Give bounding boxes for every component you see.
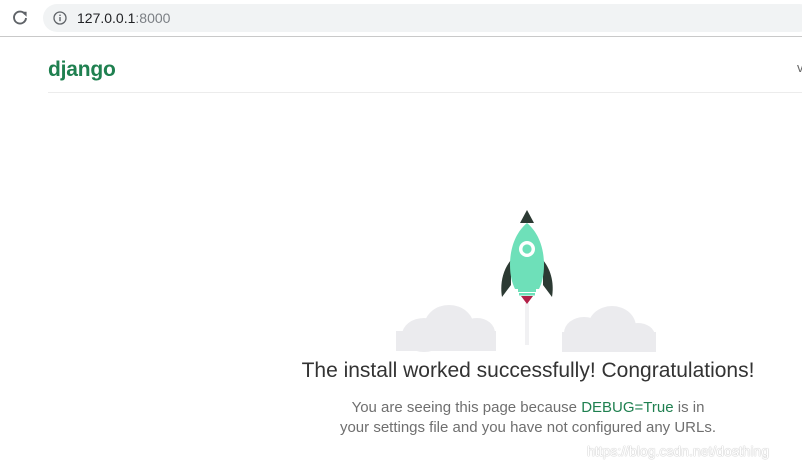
url-port: :8000 (135, 10, 171, 26)
description-text-start: You are seeing this page because (351, 399, 582, 416)
url-host: 127.0.0.1 (77, 10, 136, 26)
exhaust-trail (525, 303, 529, 345)
rocket-icon (501, 210, 553, 304)
debug-setting: DEBUG=True (581, 399, 674, 416)
header-version-cutoff: v (797, 60, 802, 75)
address-bar[interactable]: 127.0.0.1:8000 (43, 4, 802, 32)
rocket-illustration (394, 205, 658, 353)
reload-icon[interactable] (11, 9, 29, 27)
success-headline: The install worked successfully! Congrat… (301, 359, 755, 382)
success-description: You are seeing this page because DEBUG=T… (339, 398, 717, 438)
browser-toolbar: 127.0.0.1:8000 (0, 0, 802, 37)
django-logo[interactable]: django (48, 57, 116, 83)
watermark: https://blog.csdn.net/dosthing (587, 443, 770, 459)
info-icon[interactable] (53, 11, 67, 25)
url-text[interactable]: 127.0.0.1:8000 (77, 10, 170, 26)
header-divider (48, 92, 802, 93)
